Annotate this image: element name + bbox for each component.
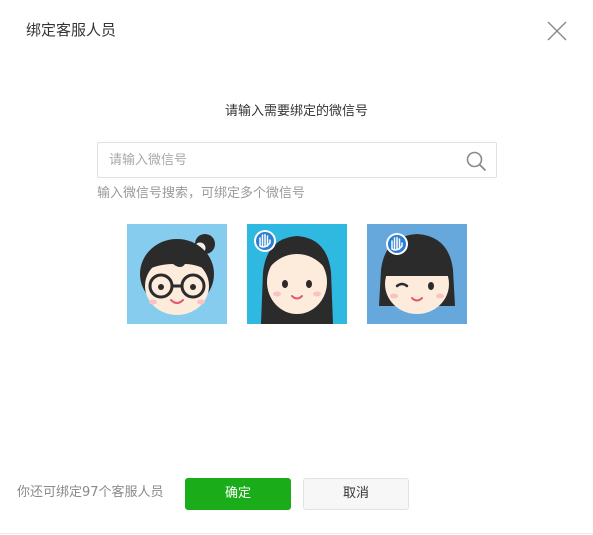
instruction-text: 请输入需要绑定的微信号 <box>224 104 368 119</box>
footer-divider <box>0 533 593 534</box>
search-hint: 输入微信号搜索，可绑定多个微信号 <box>97 186 306 201</box>
dialog-title: 绑定客服人员 <box>26 21 117 39</box>
bind-service-dialog: 绑定客服人员 请输入需要绑定的微信号 输入微信号搜索，可绑定多个微信号 <box>0 0 593 535</box>
search-box <box>97 142 497 178</box>
avatar-glasses-girl[interactable] <box>127 224 227 324</box>
avatar-winking-girl[interactable] <box>367 224 467 324</box>
search-icon[interactable] <box>465 150 487 172</box>
avatar-long-hair-girl[interactable] <box>247 224 347 324</box>
close-icon[interactable] <box>545 19 569 43</box>
remaining-count-text: 你还可绑定97个客服人员 <box>17 485 164 500</box>
confirm-button[interactable]: 确定 <box>185 478 291 510</box>
cancel-button[interactable]: 取消 <box>303 478 409 510</box>
search-input[interactable] <box>98 143 458 177</box>
